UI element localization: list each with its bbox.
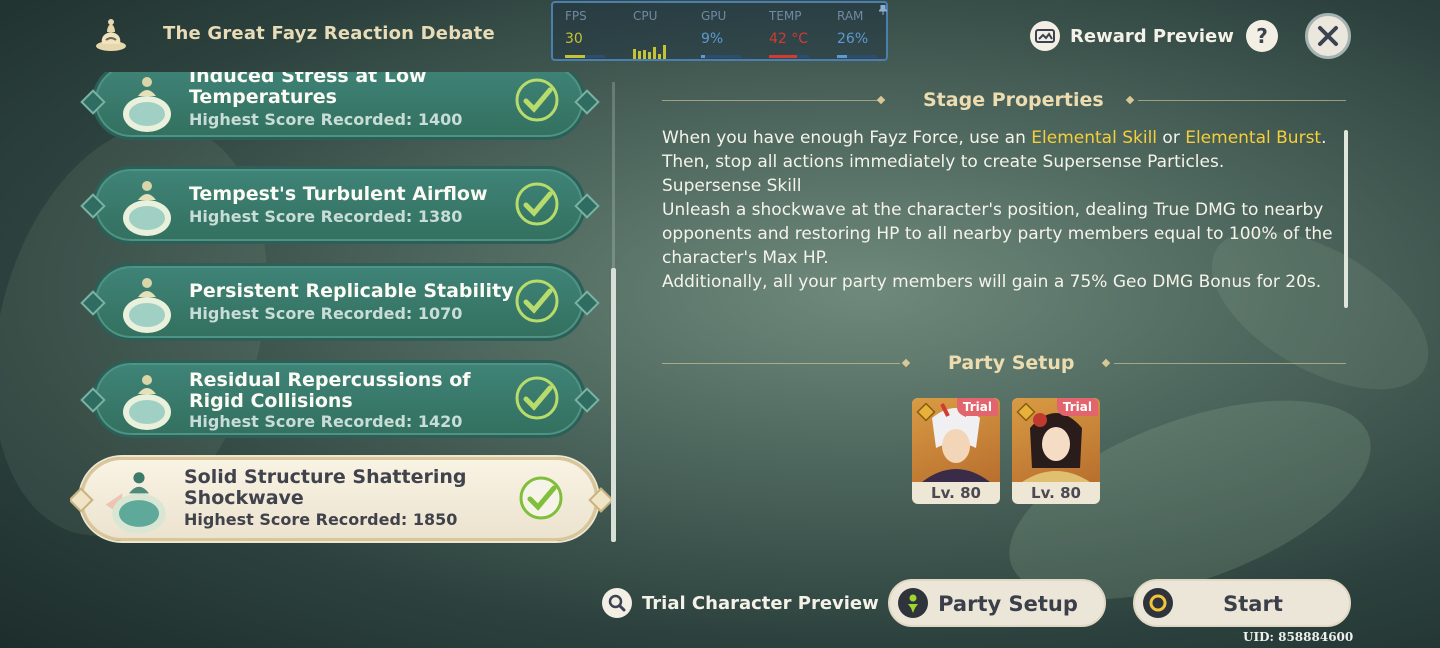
character-level: Lv. 80 (1031, 484, 1081, 502)
temp-value: 42 °C (769, 31, 809, 47)
completed-check-icon (515, 78, 559, 122)
character-level: Lv. 80 (931, 484, 981, 502)
divider-ornament (1101, 358, 1111, 368)
temp-bar-fill (769, 55, 797, 58)
divider-ornament (876, 95, 886, 105)
stage-list-scrollbar-thumb[interactable] (611, 268, 616, 542)
stage-description: When you have enough Fayz Force, use an … (662, 126, 1342, 294)
divider (662, 100, 878, 101)
stage-score: Highest Score Recorded: 1400 (189, 110, 463, 129)
party-setup-button[interactable]: Party Setup (888, 579, 1106, 627)
stage-score: Highest Score Recorded: 1070 (189, 304, 463, 323)
stage-jar-icon (123, 77, 171, 132)
party-member-card[interactable]: Trial Lv. 80 (1012, 398, 1100, 504)
close-icon (1318, 26, 1338, 46)
stage-jar-icon (123, 375, 171, 430)
stage-title: Tempest's Turbulent Airflow (189, 183, 488, 205)
cpu-label: CPU (633, 9, 658, 23)
stage-score: Highest Score Recorded: 1380 (189, 207, 463, 226)
fps-bar (565, 55, 605, 58)
gpu-bar (701, 55, 741, 58)
divider-ornament (1125, 95, 1135, 105)
geo-element-icon (916, 402, 936, 422)
stage-score: Highest Score Recorded: 1420 (189, 412, 463, 431)
description-text: When you have enough Fayz Force, use an (662, 128, 1032, 148)
completed-check-icon (515, 279, 559, 323)
performance-overlay: FPS 30 CPU GPU 9% TEMP 42 °C RAM 26% (551, 1, 888, 61)
trial-tag: Trial (956, 398, 998, 416)
close-button[interactable] (1305, 13, 1351, 59)
completed-check-icon (515, 376, 559, 420)
stage-title: Persistent Replicable Stability (189, 280, 514, 302)
elemental-burst-highlight: Elemental Burst (1185, 128, 1322, 148)
completed-check-icon (515, 182, 559, 226)
uid-label: UID: 858884600 (1243, 630, 1354, 644)
fps-bar-fill (565, 55, 585, 58)
search-icon (602, 588, 632, 618)
stage-list[interactable]: Induced Stress at Low Temperatures Highe… (70, 72, 630, 548)
stage-card[interactable]: Persistent Replicable Stability Highest … (80, 261, 600, 343)
trial-character-preview-button[interactable]: Trial Character Preview (602, 588, 879, 618)
cpu-usage-bars (633, 43, 666, 59)
stage-score: Highest Score Recorded: 1850 (184, 510, 458, 529)
pin-icon[interactable] (879, 5, 887, 15)
divider (1138, 100, 1346, 101)
fps-value: 30 (565, 31, 583, 47)
elemental-skill-highlight: Elemental Skill (1031, 128, 1158, 148)
description-scrollbar[interactable] (1344, 130, 1348, 308)
start-label: Start (1223, 592, 1283, 616)
divider-ornament (901, 358, 911, 368)
skill-name: Supersense Skill (662, 176, 802, 196)
reward-preview-icon (1030, 21, 1060, 51)
ram-value: 26% (837, 31, 869, 47)
stage-card-selected[interactable]: Solid Structure Shattering Shockwave Hig… (70, 455, 614, 543)
description-text: or (1157, 128, 1186, 148)
reward-preview-button[interactable]: Reward Preview (1030, 20, 1234, 52)
ram-bar-fill (837, 55, 848, 58)
gpu-label: GPU (701, 9, 727, 23)
stage-jar-icon (123, 278, 171, 333)
divider (1114, 363, 1346, 364)
completed-check-icon (519, 476, 563, 520)
stage-card[interactable]: Tempest's Turbulent Airflow Highest Scor… (80, 164, 600, 246)
help-button[interactable]: ? (1246, 20, 1278, 52)
stage-jar-icon (123, 181, 171, 236)
stage-title: Solid Structure Shattering Shockwave (184, 466, 467, 509)
party-member-card[interactable]: Trial Lv. 80 (912, 398, 1000, 504)
gpu-bar-fill (701, 55, 705, 58)
stage-properties-heading: Stage Properties (923, 89, 1104, 111)
stage-title: Residual Repercussions of Rigid Collisio… (189, 369, 471, 412)
start-button[interactable]: Start (1133, 579, 1351, 627)
trial-character-preview-label: Trial Character Preview (642, 592, 879, 614)
fayz-jar-icon (96, 19, 126, 51)
stage-card[interactable]: Residual Repercussions of Rigid Collisio… (80, 358, 600, 440)
event-title: The Great Fayz Reaction Debate (163, 23, 495, 44)
geo-element-icon (1016, 402, 1036, 422)
temp-label: TEMP (769, 9, 802, 23)
temp-bar (769, 55, 809, 58)
stage-card[interactable]: Induced Stress at Low Temperatures Highe… (80, 72, 600, 142)
trial-tag: Trial (1056, 398, 1098, 416)
party-setup-heading: Party Setup (948, 352, 1075, 374)
gpu-value: 9% (701, 31, 724, 47)
fps-label: FPS (565, 9, 587, 23)
stage-title: Induced Stress at Low Temperatures (189, 72, 427, 108)
reward-preview-label: Reward Preview (1070, 25, 1234, 47)
party-setup-label: Party Setup (938, 592, 1078, 616)
ram-bar (837, 55, 877, 58)
ram-label: RAM (837, 9, 864, 23)
top-bar: The Great Fayz Reaction Debate FPS 30 CP… (0, 0, 1440, 72)
extra-effect: Additionally, all your party members wil… (662, 272, 1322, 292)
divider (662, 363, 900, 364)
stage-jar-icon (105, 472, 166, 534)
skill-description: Unleash a shockwave at the character's p… (662, 200, 1333, 268)
